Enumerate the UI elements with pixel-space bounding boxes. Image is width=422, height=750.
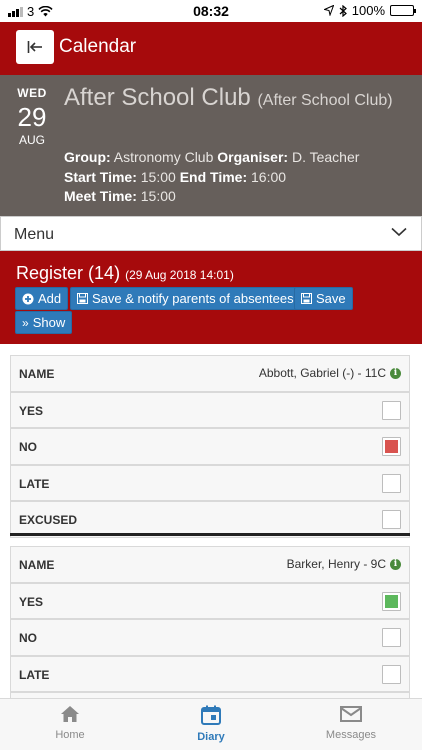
organiser-label: Organiser: <box>217 149 289 165</box>
menu-dropdown[interactable]: Menu <box>0 216 422 251</box>
save-notify-label: Save & notify parents of absentees <box>92 291 294 306</box>
attendance-checkbox[interactable] <box>382 591 401 611</box>
attendance-checkbox[interactable] <box>382 437 401 456</box>
battery-icon <box>390 5 416 16</box>
attendance-label: YES <box>19 403 44 418</box>
attendance-label: LATE <box>19 667 50 682</box>
attendance-checkbox[interactable] <box>382 664 401 684</box>
end-label: End Time: <box>179 169 248 185</box>
student-card: NAME Barker, Henry - 9C i YES NO LATE <box>10 546 410 698</box>
student-name-text: Abbott, Gabriel (-) - 11C <box>258 366 386 380</box>
event-dow: WED <box>17 86 47 100</box>
register-count: (14) <box>88 263 121 283</box>
location-icon <box>323 5 334 16</box>
save-button-label: Save <box>316 291 346 306</box>
status-right: 100% <box>323 3 416 18</box>
name-label: NAME <box>19 367 55 381</box>
group-value: Astronomy Club <box>113 149 214 165</box>
home-icon <box>61 706 79 722</box>
start-value: 15:00 <box>140 169 176 185</box>
save-notify-button[interactable]: Save & notify parents of absentees <box>70 287 301 310</box>
add-button-label: Add <box>38 291 62 306</box>
tab-home-label: Home <box>55 729 85 741</box>
event-title: After School Club (After School Club) <box>64 84 414 115</box>
info-icon[interactable]: i <box>390 367 401 379</box>
student-separator <box>10 533 410 536</box>
chevron-down-icon <box>391 227 407 237</box>
tab-home[interactable]: Home <box>20 705 120 741</box>
register-list: NAME Abbott, Gabriel (-) - 11C i YES NO … <box>0 344 422 698</box>
bluetooth-icon <box>339 4 347 17</box>
tab-bar: Home Diary Messages <box>0 698 422 750</box>
checkbox-mark-red <box>385 440 398 453</box>
attendance-checkbox[interactable] <box>382 400 401 420</box>
attendance-row-late[interactable]: LATE <box>10 464 410 501</box>
add-button[interactable]: Add <box>15 287 69 310</box>
event-banner: WED 29 AUG After School Club (After Scho… <box>0 75 422 216</box>
attendance-row-no[interactable]: NO <box>10 428 410 465</box>
attendance-checkbox[interactable] <box>382 628 401 647</box>
back-button[interactable] <box>16 30 54 64</box>
checkbox-mark-green <box>385 594 398 608</box>
name-label: NAME <box>19 558 55 572</box>
end-value: 16:00 <box>251 169 287 185</box>
show-button[interactable]: » Show <box>15 311 73 334</box>
student-name: Barker, Henry - 9C i <box>287 557 401 571</box>
attendance-row-late[interactable]: LATE <box>10 655 410 692</box>
tab-diary[interactable]: Diary <box>161 705 261 743</box>
tab-diary-label: Diary <box>197 731 225 743</box>
start-label: Start Time: <box>64 169 137 185</box>
group-label: Group: <box>64 149 111 165</box>
event-title-main: After School Club <box>64 84 251 111</box>
show-button-label: Show <box>32 315 66 330</box>
meet-label: Meet Time: <box>64 188 137 204</box>
save-icon <box>301 293 312 304</box>
double-chevron-right-icon: » <box>22 315 29 330</box>
register-timestamp: (29 Aug 2018 14:01) <box>125 268 234 282</box>
status-bar: 3 08:32 100% <box>0 0 422 22</box>
attendance-label: NO <box>19 631 37 645</box>
student-name-row: NAME Barker, Henry - 9C i <box>10 546 410 583</box>
tab-messages-label: Messages <box>325 729 377 741</box>
menu-label: Menu <box>14 226 55 243</box>
save-icon <box>77 293 88 304</box>
attendance-checkbox[interactable] <box>382 473 401 493</box>
attendance-row-no[interactable]: NO <box>10 619 410 656</box>
plus-circle-icon <box>22 293 34 304</box>
back-arrow-icon <box>27 41 42 53</box>
mail-icon <box>340 706 362 722</box>
student-name-row: NAME Abbott, Gabriel (-) - 11C i <box>10 355 410 392</box>
event-time-line: Start Time: 15:00 End Time: 16:00 <box>64 169 286 185</box>
attendance-label: NO <box>19 440 37 454</box>
register-title-label: Register <box>16 263 84 283</box>
attendance-label: YES <box>19 594 44 609</box>
meet-value: 15:00 <box>140 188 176 204</box>
student-name-text: Barker, Henry - 9C <box>286 557 386 571</box>
organiser-value: D. Teacher <box>291 149 360 165</box>
event-title-sub: (After School Club) <box>257 92 393 109</box>
page-title: Calendar <box>59 36 137 57</box>
register-section: Register (14) (29 Aug 2018 14:01) Add Sa… <box>0 251 422 344</box>
attendance-row-yes[interactable]: YES <box>10 582 410 619</box>
battery-percent: 100% <box>351 3 385 18</box>
event-day: 29 <box>17 102 47 132</box>
info-icon[interactable]: i <box>390 558 401 570</box>
event-month: AUG <box>18 133 45 147</box>
attendance-row-yes[interactable]: YES <box>10 391 410 428</box>
register-title: Register (14) (29 Aug 2018 14:01) <box>16 263 234 284</box>
attendance-label: EXCUSED <box>19 513 78 527</box>
save-button[interactable]: Save <box>294 287 353 310</box>
tab-messages[interactable]: Messages <box>301 705 401 741</box>
student-name: Abbott, Gabriel (-) - 11C i <box>259 366 401 380</box>
calendar-icon <box>201 705 221 725</box>
event-date: WED 29 AUG <box>10 86 54 147</box>
student-card: NAME Abbott, Gabriel (-) - 11C i YES NO … <box>10 355 410 538</box>
attendance-checkbox[interactable] <box>382 510 401 529</box>
event-meet-line: Meet Time: 15:00 <box>64 188 176 204</box>
app-header: Calendar <box>0 22 422 75</box>
attendance-label: LATE <box>19 476 50 491</box>
event-group-line: Group: Astronomy Club Organiser: D. Teac… <box>64 149 359 165</box>
